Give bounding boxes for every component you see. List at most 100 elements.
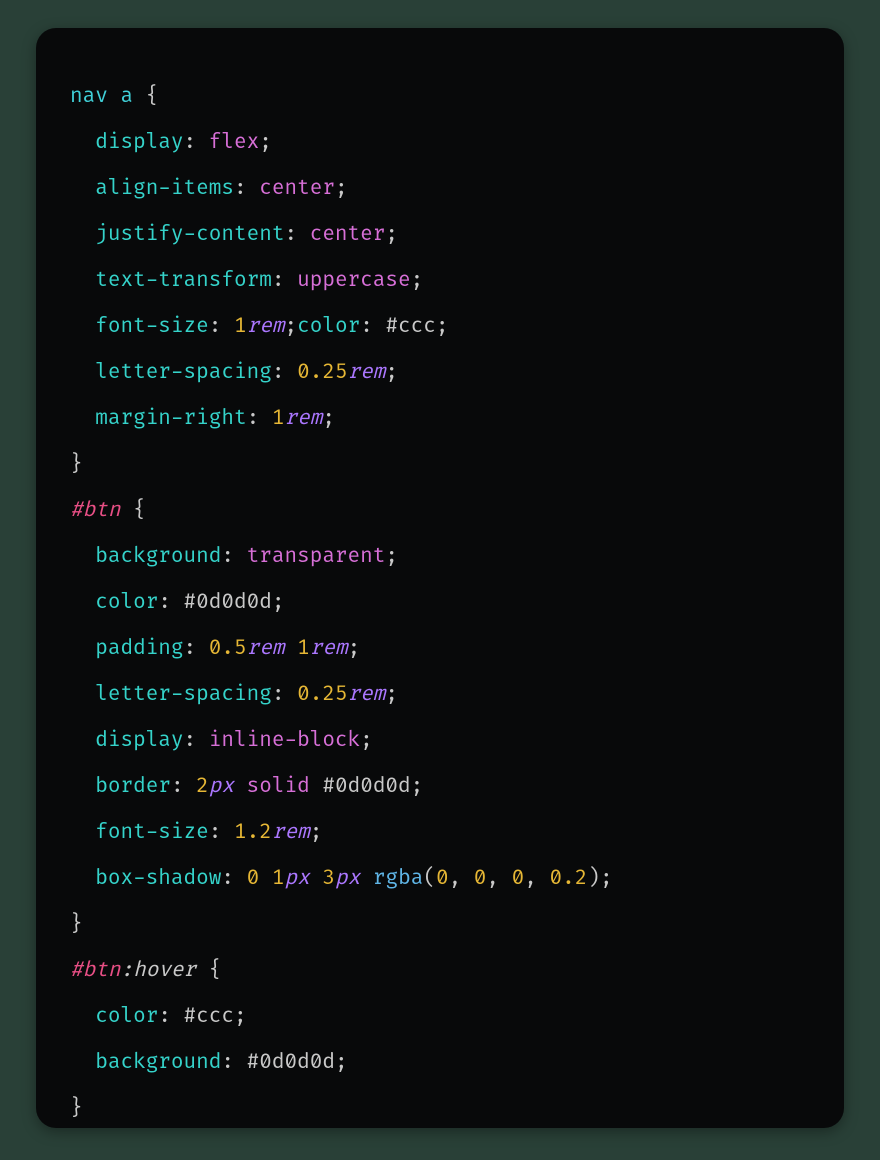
code-token: ;: [335, 1050, 348, 1075]
code-token: center: [310, 222, 386, 247]
code-token: ;: [411, 268, 424, 293]
code-token: :: [171, 774, 196, 799]
code-token: inline-block: [209, 728, 360, 753]
code-token: border: [95, 774, 171, 799]
code-token: }: [70, 452, 83, 477]
code-token: {: [196, 958, 221, 983]
code-token: solid: [247, 774, 310, 799]
code-token: :: [272, 682, 297, 707]
css-code-block[interactable]: nav a { display: flex; align-items: cent…: [70, 74, 810, 1132]
code-token: #0d0d0d: [322, 774, 410, 799]
code-token: 1: [297, 636, 310, 661]
code-token: :: [209, 820, 234, 845]
code-token: px: [285, 866, 310, 891]
code-token: ;: [285, 314, 298, 339]
code-token: :: [360, 314, 385, 339]
code-token: ;: [385, 222, 398, 247]
code-token: #0d0d0d: [247, 1050, 335, 1075]
code-token: #0d0d0d: [184, 590, 272, 615]
code-token: ,: [486, 866, 511, 891]
code-token: ;: [234, 1004, 247, 1029]
code-token: :: [247, 406, 272, 431]
code-token: ;: [385, 682, 398, 707]
code-token: background: [95, 1050, 221, 1075]
code-token: 0.5: [209, 636, 247, 661]
code-token: align-items: [95, 176, 234, 201]
code-token: margin-right: [95, 406, 246, 431]
code-token: :hover: [120, 958, 196, 983]
code-token: 3: [322, 866, 335, 891]
code-token: rem: [272, 820, 310, 845]
code-token: :: [284, 222, 309, 247]
code-token: :: [209, 314, 234, 339]
code-token: 0: [512, 866, 525, 891]
code-token: box-shadow: [95, 866, 221, 891]
code-token: color: [95, 590, 158, 615]
code-card: nav a { display: flex; align-items: cent…: [36, 28, 844, 1128]
code-token: :: [221, 866, 246, 891]
code-token: rem: [348, 360, 386, 385]
code-token: :: [158, 590, 183, 615]
code-token: 1.2: [234, 820, 272, 845]
code-token: display: [95, 130, 183, 155]
code-token: text-transform: [95, 268, 272, 293]
code-token: }: [70, 1096, 83, 1121]
code-token: ,: [449, 866, 474, 891]
code-token: letter-spacing: [95, 682, 272, 707]
code-token: 0: [474, 866, 487, 891]
code-token: ;: [322, 406, 335, 431]
code-token: #btn: [70, 498, 120, 523]
code-token: font-size: [95, 820, 209, 845]
code-token: px: [335, 866, 360, 891]
code-token: #btn: [70, 958, 120, 983]
code-token: :: [221, 544, 246, 569]
code-token: }: [70, 912, 83, 937]
code-token: 0.25: [297, 360, 347, 385]
code-token: padding: [95, 636, 183, 661]
code-token: nav a: [70, 84, 133, 109]
code-token: 0.25: [297, 682, 347, 707]
code-token: 0: [247, 866, 260, 891]
code-token: rem: [348, 682, 386, 707]
code-token: #ccc: [184, 1004, 234, 1029]
code-token: 1: [272, 866, 285, 891]
code-token: rgba: [373, 866, 423, 891]
code-token: 2: [196, 774, 209, 799]
code-token: :: [234, 176, 259, 201]
code-token: rem: [310, 636, 348, 661]
code-token: :: [184, 130, 209, 155]
code-token: :: [272, 268, 297, 293]
code-token: font-size: [95, 314, 209, 339]
code-token: justify-content: [95, 222, 284, 247]
code-token: :: [221, 1050, 246, 1075]
code-token: color: [95, 1004, 158, 1029]
code-token: rem: [247, 314, 285, 339]
code-token: 1: [234, 314, 247, 339]
code-token: :: [158, 1004, 183, 1029]
code-token: {: [120, 498, 145, 523]
code-token: ;: [348, 636, 361, 661]
code-token: ;: [385, 360, 398, 385]
code-token: ;: [272, 590, 285, 615]
code-token: ;: [360, 728, 373, 753]
code-token: rem: [284, 406, 322, 431]
code-token: background: [95, 544, 221, 569]
code-token: ;: [385, 544, 398, 569]
code-token: flex: [209, 130, 259, 155]
code-token: ;: [411, 774, 424, 799]
code-token: px: [209, 774, 234, 799]
code-token: 0.2: [550, 866, 588, 891]
code-token: {: [133, 84, 158, 109]
code-token: uppercase: [297, 268, 411, 293]
code-token: transparent: [247, 544, 386, 569]
code-token: center: [259, 176, 335, 201]
code-token: 0: [436, 866, 449, 891]
code-token: :: [184, 636, 209, 661]
code-token: color: [297, 314, 360, 339]
code-token: (: [423, 866, 436, 891]
code-token: display: [95, 728, 183, 753]
code-token: ;: [335, 176, 348, 201]
code-token: :: [184, 728, 209, 753]
code-token: ;: [436, 314, 449, 339]
code-token: 1: [272, 406, 285, 431]
